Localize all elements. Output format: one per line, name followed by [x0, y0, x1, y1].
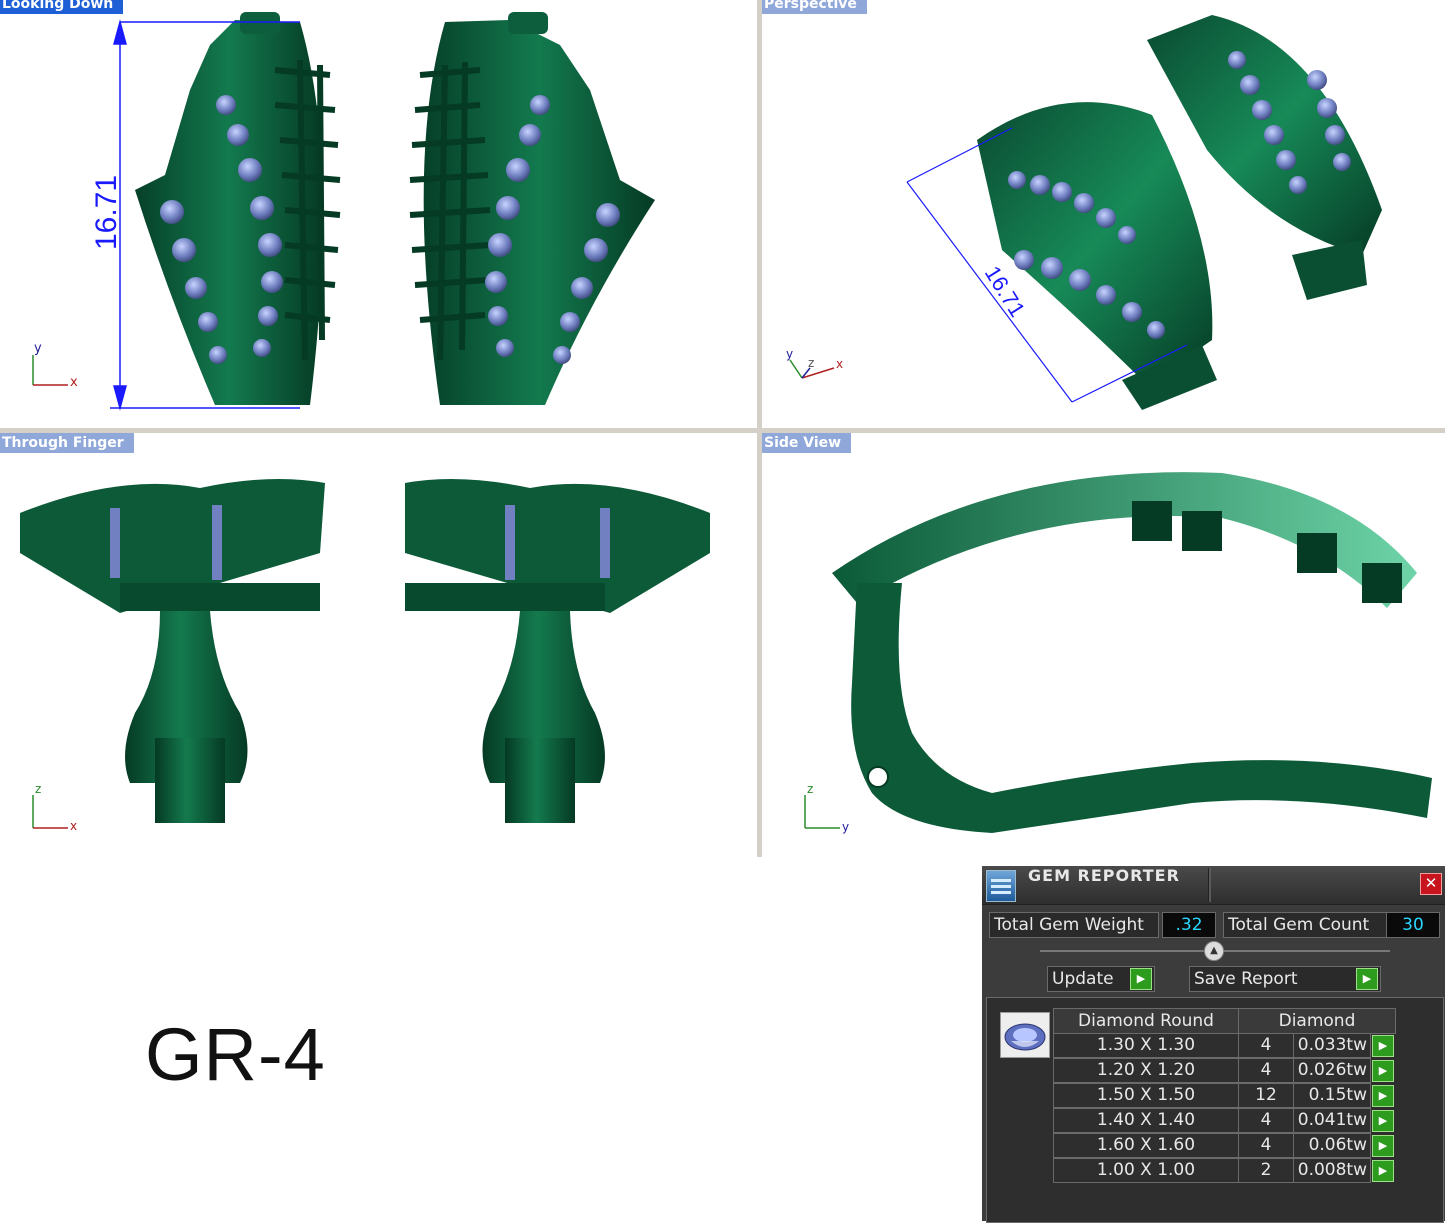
earring-left-top	[135, 12, 341, 405]
earring-left-perspective	[977, 102, 1217, 410]
gem-size-cell: 1.50 X 1.50	[1053, 1083, 1239, 1108]
gem-size-cell: 1.20 X 1.20	[1053, 1058, 1239, 1083]
axis-label-x-front: x	[70, 819, 77, 833]
viewport-divider-horizontal[interactable]	[0, 428, 1445, 433]
viewport-side-view[interactable]: z y Side View	[762, 433, 1445, 857]
axis-label-z-front: z	[35, 782, 41, 796]
gem-count-cell: 4	[1238, 1108, 1294, 1133]
row-select-go-icon[interactable]: ▶	[1372, 1035, 1394, 1057]
viewport-title-perspective[interactable]: Perspective	[762, 0, 867, 14]
row-select-go-icon[interactable]: ▶	[1372, 1060, 1394, 1082]
looking-down-render: 16.71 y x	[32, 12, 655, 411]
row-select-go-icon[interactable]: ▶	[1372, 1085, 1394, 1107]
row-select-go-icon[interactable]: ▶	[1372, 1160, 1394, 1182]
earring-right-front	[405, 479, 710, 823]
titlebar-separator	[1208, 868, 1211, 902]
axis-indicator	[32, 355, 68, 386]
axis-label-x: x	[70, 375, 78, 390]
report-app-icon	[986, 870, 1016, 902]
gem-weight-cell: 0.15tw	[1293, 1083, 1371, 1108]
column-header-shape[interactable]: Diamond Round	[1053, 1008, 1239, 1034]
save-report-go-icon[interactable]: ▶	[1356, 968, 1378, 990]
row-select-go-icon[interactable]: ▶	[1372, 1110, 1394, 1132]
total-gem-weight-value: .32	[1162, 912, 1216, 938]
axis-label-z-side: z	[807, 782, 813, 796]
gem-weight-cell: 0.033tw	[1293, 1033, 1371, 1058]
earring-right-top	[409, 12, 655, 405]
total-gem-count-label: Total Gem Count	[1223, 912, 1387, 938]
gem-weight-cell: 0.008tw	[1293, 1158, 1371, 1183]
axis-label-y-side: y	[842, 820, 849, 834]
earring-side	[832, 472, 1432, 833]
gem-reporter-title: GEM REPORTER	[1028, 866, 1180, 885]
total-gem-weight-label: Total Gem Weight	[989, 912, 1159, 938]
dimension-value-perspective: 16.71	[980, 261, 1030, 321]
earring-left-front	[20, 479, 325, 823]
gem-weight-cell: 0.06tw	[1293, 1133, 1371, 1158]
axis-label-x-persp: x	[836, 357, 843, 371]
axis-label-z-persp: z	[808, 356, 814, 370]
gem-reporter-panel: GEM REPORTER ✕ Total Gem Weight .32 Tota…	[982, 866, 1445, 1223]
total-gem-count-value: 30	[1386, 912, 1440, 938]
axis-indicator-side	[804, 795, 840, 829]
perspective-render: 16.71 y z x	[786, 15, 1382, 410]
viewport-title-through-finger[interactable]: Through Finger	[0, 433, 134, 453]
gem-count-cell: 12	[1238, 1083, 1294, 1108]
gem-size-cell: 1.30 X 1.30	[1053, 1033, 1239, 1058]
viewport-through-finger[interactable]: z x Through Finger	[0, 433, 757, 857]
gem-count-cell: 2	[1238, 1158, 1294, 1183]
update-go-icon[interactable]: ▶	[1130, 968, 1152, 990]
viewport-perspective[interactable]: 16.71 y z x Perspective	[762, 0, 1445, 428]
gem-size-cell: 1.60 X 1.60	[1053, 1133, 1239, 1158]
gem-weight-cell: 0.041tw	[1293, 1108, 1371, 1133]
gem-weight-cell: 0.026tw	[1293, 1058, 1371, 1083]
dimension-value: 16.71	[90, 175, 123, 250]
column-header-material[interactable]: Diamond	[1238, 1008, 1396, 1034]
gem-count-cell: 4	[1238, 1058, 1294, 1083]
gem-size-cell: 1.40 X 1.40	[1053, 1108, 1239, 1133]
collapse-icon[interactable]: ▲	[1204, 941, 1224, 961]
close-icon[interactable]: ✕	[1420, 873, 1442, 895]
row-select-go-icon[interactable]: ▶	[1372, 1135, 1394, 1157]
axis-label-y: y	[34, 341, 42, 356]
round-gem-icon[interactable]	[1000, 1012, 1050, 1058]
side-view-render: z y	[804, 472, 1432, 834]
gem-reporter-titlebar[interactable]: GEM REPORTER ✕	[982, 866, 1445, 905]
gem-size-cell: 1.00 X 1.00	[1053, 1158, 1239, 1183]
through-finger-render: z x	[20, 479, 710, 833]
viewport-title-looking-down[interactable]: Looking Down	[0, 0, 124, 14]
viewport-looking-down[interactable]: 16.71 y x Looking Down	[0, 0, 757, 428]
axis-indicator-front	[32, 795, 68, 829]
axis-label-y-persp: y	[786, 347, 793, 361]
viewport-title-side-view[interactable]: Side View	[762, 433, 852, 453]
save-report-button[interactable]: Save Report	[1189, 966, 1381, 992]
model-code-label: GR-4	[145, 1013, 326, 1096]
gem-count-cell: 4	[1238, 1133, 1294, 1158]
round-gem-icon-graphic	[1004, 1023, 1046, 1051]
gem-count-cell: 4	[1238, 1033, 1294, 1058]
